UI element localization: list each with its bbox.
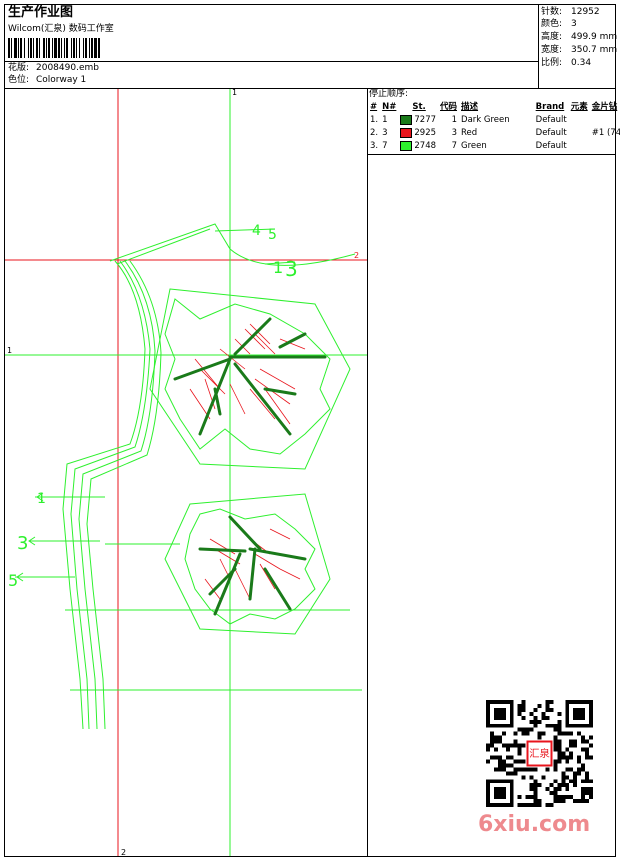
color-count-value: 3 [571, 19, 577, 29]
mark-label: 5 [8, 571, 18, 590]
row-code: 1 [451, 115, 458, 125]
stop-sequence-table: # N# St. 代码 描述 Brand 元素 金片钻 1. 1 7277 1 … [368, 101, 620, 153]
row-brand: Default [535, 141, 567, 151]
col-index: # [370, 102, 378, 112]
mark-label: 3 [17, 533, 28, 554]
color-swatch [400, 140, 413, 151]
col-needle: N# [382, 102, 397, 112]
stitch-count-label: 针数: [541, 7, 563, 17]
color-count-label: 颜色: [541, 19, 563, 29]
row-needle: 1 [382, 115, 388, 125]
row-sequin [590, 114, 620, 127]
row-stitches: 2748 [414, 141, 437, 151]
row-code: 7 [451, 141, 458, 151]
row-description: Dark Green [461, 115, 510, 125]
mark-label: 1 [273, 258, 283, 277]
table-row: 3. 7 2748 7 Green Default [368, 140, 620, 153]
garment-outline [15, 223, 356, 730]
scale-value: 0.34 [571, 58, 592, 68]
row-index: 1. [370, 115, 379, 125]
table-row: 2. 3 2925 3 Red Default #1 (741) [368, 127, 620, 140]
axis-label-bottom: 2 [121, 848, 126, 856]
row-element [569, 114, 590, 127]
row-description: Red [461, 128, 478, 138]
height-value: 499.9 mm [571, 32, 618, 42]
col-element: 元素 [570, 102, 588, 112]
colorway-value: Colorway 1 [36, 75, 87, 85]
height-label: 高度: [541, 32, 563, 42]
row-description: Green [461, 141, 487, 151]
row-stitches: 7277 [414, 115, 437, 125]
axis-label-left: 1 [7, 346, 12, 355]
panel-divider [367, 88, 368, 857]
design-file: 2008490.emb [36, 63, 99, 73]
row-sequin: #1 (741) [591, 128, 620, 138]
scale-label: 比例: [541, 58, 563, 68]
colorway-label: 色位: [8, 75, 30, 85]
design-marks: 4 5 1 3 1 3 5 [8, 223, 298, 590]
col-stitches: St. [412, 102, 426, 112]
row-stitches: 2925 [414, 128, 437, 138]
col-sequin: 金片钻 [591, 102, 618, 112]
design-info-rule [4, 61, 538, 62]
row-brand: Default [535, 115, 567, 125]
width-value: 350.7 mm [571, 45, 618, 55]
row-needle: 3 [382, 128, 388, 138]
leaf-motif-lower [164, 493, 331, 635]
table-row: 1. 1 7277 1 Dark Green Default [368, 114, 620, 127]
design-label: 花版: [8, 63, 30, 73]
col-description: 描述 [461, 102, 479, 112]
watermark: 6xiu.com [478, 812, 591, 837]
row-sequin [590, 140, 620, 153]
qr-seal-text: 汇泉 [529, 747, 550, 760]
leaf-motif-upper [149, 288, 351, 470]
stops-bottom-rule [367, 154, 616, 155]
mark-label: 3 [285, 257, 298, 281]
color-swatch [400, 114, 413, 125]
embroidery-preview: 1 2 1 2 4 5 1 3 1 3 5 [5, 89, 367, 856]
stitch-count-value: 12952 [571, 7, 600, 17]
row-element [569, 127, 590, 140]
row-needle: 7 [382, 141, 388, 151]
mark-label: 5 [268, 227, 277, 243]
col-brand: Brand [535, 102, 565, 112]
axis-label-top: 1 [232, 89, 237, 97]
col-code: 代码 [440, 102, 458, 112]
stats-divider [538, 4, 539, 88]
page-title: 生产作业图 [8, 5, 74, 20]
row-index: 2. [370, 128, 379, 138]
qr-code: 汇泉 [486, 700, 593, 807]
row-index: 3. [370, 141, 379, 151]
axis-label-right: 2 [354, 251, 359, 260]
row-brand: Default [535, 128, 567, 138]
barcode [8, 38, 100, 58]
company-name: Wilcom(汇泉) 数码工作室 [8, 24, 114, 34]
row-element [569, 140, 590, 153]
stop-sequence-title: 停止顺序: [369, 89, 409, 99]
mark-label: 4 [252, 223, 261, 239]
mark-label: 1 [37, 491, 46, 507]
width-label: 宽度: [541, 45, 563, 55]
stop-table-header: # N# St. 代码 描述 Brand 元素 金片钻 [368, 101, 620, 114]
color-swatch [400, 127, 413, 138]
row-code: 3 [451, 128, 458, 138]
